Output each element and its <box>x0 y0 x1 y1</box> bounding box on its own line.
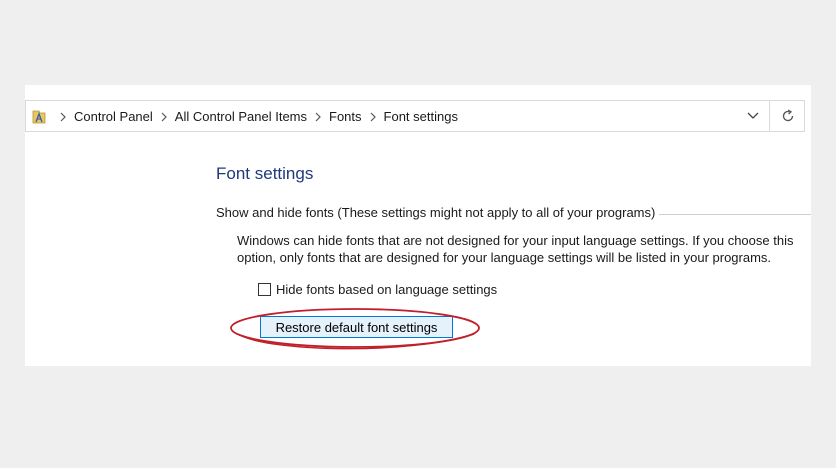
hide-fonts-checkbox-row[interactable]: Hide fonts based on language settings <box>258 282 497 297</box>
address-bar[interactable]: Control Panel All Control Panel Items Fo… <box>25 100 805 132</box>
breadcrumb-font-settings[interactable]: Font settings <box>384 109 458 124</box>
breadcrumb-control-panel[interactable]: Control Panel <box>74 109 153 124</box>
breadcrumb-fonts[interactable]: Fonts <box>329 109 362 124</box>
chevron-right-icon[interactable] <box>307 109 329 123</box>
address-bar-divider <box>769 101 770 131</box>
chevron-right-icon[interactable] <box>362 109 384 123</box>
control-panel-window: Control Panel All Control Panel Items Fo… <box>25 85 811 366</box>
hide-fonts-checkbox[interactable] <box>258 283 271 296</box>
breadcrumb-all-control-panel-items[interactable]: All Control Panel Items <box>175 109 307 124</box>
fonts-folder-icon <box>32 109 46 124</box>
page-title: Font settings <box>216 164 314 183</box>
refresh-icon[interactable] <box>771 101 805 131</box>
chevron-down-icon[interactable] <box>738 101 768 131</box>
chevron-right-icon[interactable] <box>52 109 74 123</box>
group-divider <box>650 214 811 215</box>
hide-fonts-checkbox-label: Hide fonts based on language settings <box>276 282 498 297</box>
breadcrumb: Control Panel All Control Panel Items Fo… <box>52 101 458 131</box>
description-text: Windows can hide fonts that are not desi… <box>237 233 794 265</box>
chevron-right-icon[interactable] <box>153 109 175 123</box>
group-header: Show and hide fonts (These settings migh… <box>216 205 660 220</box>
restore-default-font-settings-button[interactable]: Restore default font settings <box>260 316 453 338</box>
